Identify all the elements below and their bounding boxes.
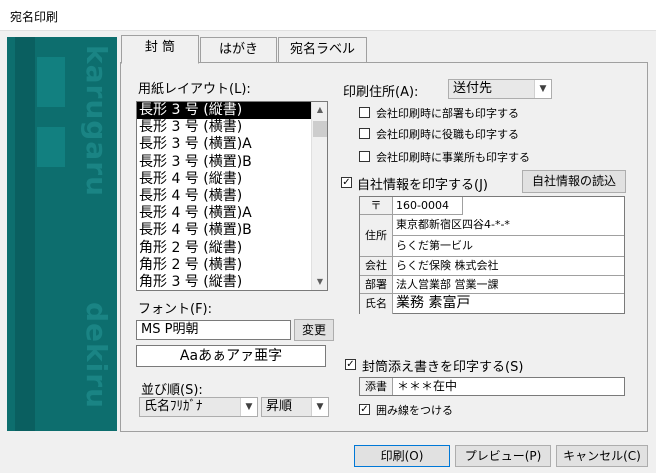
address-select[interactable]: 送付先 ▼ xyxy=(448,79,552,99)
layout-list-item[interactable]: 長形 3 号 (横置)B xyxy=(137,154,327,171)
option-dept-label: 会社印刷時に部署も印字する xyxy=(376,107,519,120)
print-window: 宛名印刷 karugaru dekiru 封 筒 はがき 宛名ラベル 用紙レイア… xyxy=(0,0,656,473)
address-row-label: 住所 xyxy=(360,215,393,257)
border-line-checkbox[interactable]: ✓ xyxy=(359,404,370,415)
layout-list-item[interactable]: 長形 3 号 (横書) xyxy=(137,119,327,136)
side-text-bottom: dekiru xyxy=(80,302,113,409)
address-value: 送付先 xyxy=(453,81,493,96)
company-field[interactable]: らくだ保険 株式会社 xyxy=(393,257,624,276)
tab-postcard[interactable]: はがき xyxy=(200,37,277,63)
sort-order-value: 昇順 xyxy=(266,399,293,414)
option-title-label: 会社印刷時に役職も印字する xyxy=(376,128,519,141)
layout-listbox[interactable]: 長形 3 号 (縦書) 長形 3 号 (横書) 長形 3 号 (横置)A 長形 3 号… xyxy=(136,101,328,291)
font-change-button[interactable]: 変更 xyxy=(294,319,334,341)
load-company-info-button[interactable]: 自社情報の読込 xyxy=(522,170,626,193)
postal-field[interactable]: 160-0004 xyxy=(393,197,463,215)
title-bar: 宛名印刷 xyxy=(0,0,656,31)
envelope-note-checkbox[interactable]: ✓ xyxy=(345,359,356,370)
chevron-down-icon: ▼ xyxy=(311,398,328,416)
dept-row-label: 部署 xyxy=(360,276,393,294)
company-info-label: 自社情報を印字する(J) xyxy=(357,178,488,193)
sort-order-select[interactable]: 昇順 ▼ xyxy=(261,397,329,417)
chevron-down-icon: ▼ xyxy=(240,398,257,416)
font-label: フォント(F): xyxy=(138,302,213,317)
chevron-down-icon: ▼ xyxy=(534,80,551,98)
name-row-label: 氏名 xyxy=(360,294,393,314)
print-button[interactable]: 印刷(O) xyxy=(354,445,450,467)
font-field[interactable]: MS P明朝 xyxy=(136,320,291,340)
layout-items: 長形 3 号 (縦書) 長形 3 号 (横書) 長形 3 号 (横置)A 長形 3 号… xyxy=(137,102,327,290)
scroll-up-icon[interactable]: ▲ xyxy=(312,102,327,118)
layout-list-item[interactable]: 長形 3 号 (横置)A xyxy=(137,136,327,153)
side-block xyxy=(37,127,65,167)
note-label: 添書 xyxy=(360,378,393,395)
postal-label: 〒 xyxy=(360,197,393,215)
layout-list-item[interactable]: 長形 4 号 (横置)A xyxy=(137,205,327,222)
option-office-checkbox[interactable] xyxy=(359,151,370,162)
scroll-down-icon[interactable]: ▼ xyxy=(312,274,327,290)
company-row-label: 会社 xyxy=(360,257,393,276)
dept-field[interactable]: 法人営業部 営業一課 xyxy=(393,276,624,294)
tab-envelope[interactable]: 封 筒 xyxy=(121,35,199,64)
cancel-button[interactable]: キャンセル(C) xyxy=(556,445,648,467)
font-sample: Aaあぁアァ亜字 xyxy=(136,345,326,367)
preview-button[interactable]: プレビュー(P) xyxy=(455,445,551,467)
side-stripe xyxy=(15,37,35,431)
border-line-label: 囲み線をつける xyxy=(376,404,453,417)
side-decoration: karugaru dekiru xyxy=(7,37,117,431)
address-label: 印刷住所(A): xyxy=(343,85,419,100)
option-office-label: 会社印刷時に事業所も印字する xyxy=(376,151,530,164)
layout-list-item[interactable]: 長形 4 号 (縦書) xyxy=(137,171,327,188)
side-text-top: karugaru xyxy=(80,45,113,197)
name-field[interactable]: 業務 素富戸 xyxy=(393,294,624,314)
envelope-note-row: 添書 ＊＊＊在中 xyxy=(359,377,625,396)
layout-list-item[interactable]: 長形 4 号 (横書) xyxy=(137,188,327,205)
address2-field[interactable]: らくだ第一ビル xyxy=(393,236,624,257)
sort-field-value: 氏名ﾌﾘｶﾞﾅ xyxy=(144,399,203,414)
layout-label: 用紙レイアウト(L): xyxy=(138,82,251,97)
side-block xyxy=(37,57,65,107)
scroll-thumb[interactable] xyxy=(313,121,327,137)
note-field[interactable]: ＊＊＊在中 xyxy=(397,378,457,395)
layout-list-item[interactable]: 角形 3 号 (縦書) xyxy=(137,274,327,290)
sort-field-select[interactable]: 氏名ﾌﾘｶﾞﾅ ▼ xyxy=(139,397,258,417)
layout-list-item[interactable]: 長形 4 号 (横置)B xyxy=(137,222,327,239)
option-title-checkbox[interactable] xyxy=(359,128,370,139)
layout-list-item[interactable]: 角形 2 号 (横書) xyxy=(137,257,327,274)
address1-field[interactable]: 東京都新宿区四谷4-*-* xyxy=(393,215,624,236)
layout-scrollbar[interactable]: ▲ ▼ xyxy=(311,102,327,290)
tab-address-label[interactable]: 宛名ラベル xyxy=(278,37,367,63)
envelope-note-label: 封筒添え書きを印字する(S) xyxy=(362,360,524,375)
layout-list-item[interactable]: 長形 3 号 (縦書) xyxy=(137,102,327,120)
option-dept-checkbox[interactable] xyxy=(359,107,370,118)
company-info-grid: 〒 160-0004 住所 東京都新宿区四谷4-*-* らくだ第一ビル 会社 ら… xyxy=(359,196,625,314)
company-info-checkbox[interactable]: ✓ xyxy=(341,177,352,188)
window-title: 宛名印刷 xyxy=(10,10,59,24)
layout-list-item[interactable]: 角形 2 号 (縦書) xyxy=(137,240,327,257)
sort-label: 並び順(S): xyxy=(141,383,203,398)
